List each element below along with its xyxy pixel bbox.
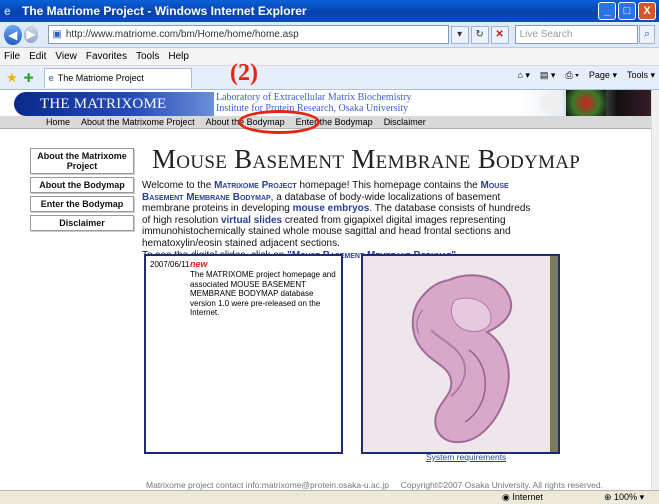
- stained-tissue-image: [566, 90, 606, 116]
- brand-name: Matrixome Project: [214, 180, 297, 191]
- intro-segment: homepage! This homepage contains the: [296, 180, 481, 191]
- address-dropdown-icon[interactable]: ▾: [450, 25, 469, 44]
- stop-icon[interactable]: ✕: [490, 25, 509, 44]
- slide-viewer[interactable]: [361, 254, 560, 454]
- sidebar-item-about-project[interactable]: About the Matrixome Project: [30, 148, 134, 174]
- nav-about-project[interactable]: About the Matrixome Project: [81, 117, 195, 127]
- slide-scroll-strip: [550, 256, 558, 452]
- page-menu[interactable]: Page ▾: [589, 70, 617, 81]
- back-button[interactable]: ◀: [4, 24, 22, 45]
- add-favorite-icon[interactable]: ✚: [24, 71, 34, 85]
- menu-view[interactable]: View: [55, 51, 77, 62]
- window-titlebar: e The Matriome Project - Windows Interne…: [0, 0, 659, 22]
- top-navigation: Home About the Matrixome Project About t…: [0, 116, 659, 129]
- footer: Matrixome project contact info:matrixome…: [146, 480, 603, 490]
- page-title: Mouse Basement Membrane Bodymap: [152, 144, 581, 174]
- news-new-badge: new: [190, 259, 208, 269]
- footer-copyright: Copyright©2007 Osaka University. All rig…: [400, 480, 603, 490]
- mouse-illustration: [540, 93, 560, 111]
- search-input[interactable]: Live Search: [514, 25, 638, 44]
- vertical-scrollbar[interactable]: [651, 90, 659, 490]
- annotation-circle: [238, 110, 320, 134]
- nav-disclaimer[interactable]: Disclaimer: [384, 117, 426, 127]
- address-controls: ▾ ↻ ✕: [450, 25, 509, 44]
- menu-bar: File Edit View Favorites Tools Help: [0, 48, 659, 66]
- tab-page-icon: e: [48, 73, 54, 83]
- sidebar-item-disclaimer[interactable]: Disclaimer: [30, 215, 134, 231]
- zone-label: Internet: [512, 492, 543, 502]
- search-icon[interactable]: ⌕: [638, 25, 655, 44]
- tools-menu[interactable]: Tools ▾: [627, 70, 655, 81]
- maximize-button[interactable]: □: [618, 2, 636, 20]
- menu-help[interactable]: Help: [168, 51, 189, 62]
- command-bar: ⌂ ▾ ▤ ▾ ⎙ ▾ Page ▾ Tools ▾: [517, 70, 655, 81]
- address-bar[interactable]: ▣ http://www.matriome.com/bm/Home/home/h…: [48, 25, 449, 44]
- url-text: http://www.matriome.com/bm/Home/home/hom…: [65, 29, 299, 40]
- status-bar: ◉ Internet ⊕ 100% ▾: [0, 490, 659, 504]
- page-content: THE MATRIXOME PROJECT Laboratory of Extr…: [0, 60, 659, 490]
- page-icon: ▣: [52, 29, 62, 40]
- ie-logo-icon: e: [4, 4, 11, 18]
- minimize-button[interactable]: _: [598, 2, 616, 20]
- header-image: [520, 90, 659, 116]
- lab-line-1: Laboratory of Extracellular Matrix Bioch…: [216, 92, 412, 103]
- sidebar-item-enter-bodymap[interactable]: Enter the Bodymap: [30, 196, 134, 212]
- annotation-label: (2): [230, 60, 258, 86]
- window-title: The Matriome Project - Windows Internet …: [22, 4, 307, 18]
- address-toolbar: ◀ ▶ ▣ http://www.matriome.com/bm/Home/ho…: [0, 22, 659, 48]
- forward-button[interactable]: ▶: [23, 26, 39, 43]
- menu-favorites[interactable]: Favorites: [86, 51, 127, 62]
- zoom-control[interactable]: ⊕ 100% ▾: [604, 492, 644, 503]
- footer-contact: Matrixome project contact info:matrixome…: [146, 480, 389, 490]
- intro-text: Welcome to the Matrixome Project homepag…: [142, 180, 532, 261]
- feeds-icon[interactable]: ▤ ▾: [540, 70, 556, 81]
- menu-file[interactable]: File: [4, 51, 20, 62]
- sidebar: About the Matrixome Project About the Bo…: [30, 148, 134, 234]
- embryo-section-image: [411, 274, 512, 444]
- news-date: 2007/06/11: [150, 260, 190, 269]
- tab-bar: ★ ✚ e The Matriome Project ⌂ ▾ ▤ ▾ ⎙ ▾ P…: [0, 66, 659, 90]
- site-header: THE MATRIXOME PROJECT Laboratory of Extr…: [0, 90, 659, 136]
- tab-label: The Matriome Project: [57, 73, 144, 83]
- close-button[interactable]: X: [638, 2, 656, 20]
- virtual-slides-term: virtual slides: [220, 214, 283, 226]
- news-text: The MATRIXOME project homepage and assoc…: [190, 270, 336, 317]
- site-banner[interactable]: THE MATRIXOME PROJECT: [14, 92, 214, 136]
- sidebar-item-about-bodymap[interactable]: About the Bodymap: [30, 177, 134, 193]
- system-requirements-link[interactable]: System requirements: [426, 452, 506, 462]
- zoom-level: 100%: [614, 492, 638, 502]
- menu-tools[interactable]: Tools: [136, 51, 159, 62]
- window-controls: _ □ X: [598, 2, 656, 20]
- intro-segment: Welcome to the: [142, 180, 215, 191]
- menu-edit[interactable]: Edit: [29, 51, 46, 62]
- news-box: 2007/06/11 new The MATRIXOME project hom…: [144, 254, 343, 454]
- favorites-star-icon[interactable]: ★: [6, 70, 18, 86]
- print-icon[interactable]: ⎙ ▾: [565, 70, 578, 81]
- home-icon[interactable]: ⌂ ▾: [517, 70, 529, 81]
- security-zone: ◉ Internet: [502, 492, 543, 502]
- nav-home[interactable]: Home: [46, 117, 70, 127]
- mouse-embryos-term: mouse embryos: [292, 203, 370, 215]
- tab-matriome[interactable]: e The Matriome Project: [43, 67, 192, 88]
- refresh-icon[interactable]: ↻: [470, 25, 489, 44]
